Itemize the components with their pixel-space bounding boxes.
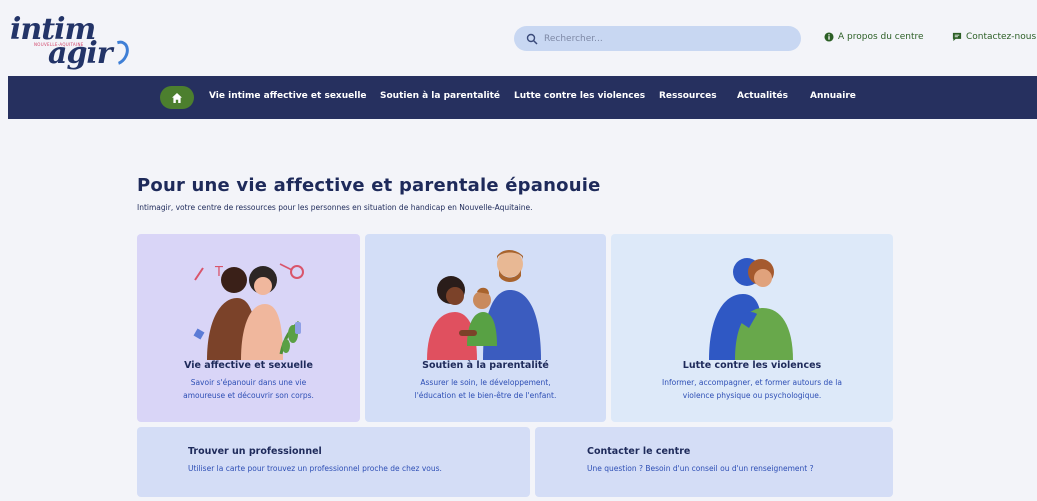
card-description-line1: Assurer le soin, le développement,	[420, 378, 551, 387]
card-description: Assurer le soin, le développement, l'édu…	[377, 376, 594, 402]
card-description-line2: l'éducation et le bien-être de l'enfant.	[414, 391, 557, 400]
about-link-label: A propos du centre	[838, 31, 924, 42]
card-description-line1: Informer, accompagner, et former autours…	[662, 378, 842, 387]
card-description: Utiliser la carte pour trouvez un profes…	[188, 464, 442, 473]
card-title: Vie affective et sexuelle	[184, 360, 313, 371]
nav-item-violences[interactable]: Lutte contre les violences	[514, 91, 645, 101]
search-icon	[526, 33, 538, 45]
search-bar[interactable]	[514, 26, 801, 51]
support-illustration	[709, 258, 793, 360]
header: intim NOUVELLE-AQUITAINE agir A propos d…	[0, 0, 1037, 76]
card-description: Une question ? Besoin d'un conseil ou d'…	[587, 464, 814, 473]
card-contacter-centre[interactable]: Contacter le centre Une question ? Besoi…	[535, 427, 893, 497]
info-circle-icon	[823, 31, 834, 42]
main-navigation: Vie intime affective et sexuelle Soutien…	[8, 76, 1037, 119]
contact-link-label: Contactez-nous	[966, 31, 1037, 42]
chat-bubble-icon	[951, 31, 962, 42]
nav-item-vie-intime[interactable]: Vie intime affective et sexuelle	[209, 91, 367, 101]
card-description-line2: amoureuse et découvrir son corps.	[183, 391, 314, 400]
family-illustration	[427, 250, 541, 360]
card-parentalite[interactable]: Soutien à la parentalité Assurer le soin…	[365, 234, 606, 422]
logo-text-line2: agir	[48, 36, 113, 71]
nav-item-actualites[interactable]: Actualités	[737, 91, 788, 101]
nav-item-ressources[interactable]: Ressources	[659, 91, 717, 101]
nav-item-parentalite[interactable]: Soutien à la parentalité	[380, 91, 500, 101]
about-link[interactable]: A propos du centre	[823, 31, 924, 42]
page-title: Pour une vie affective et parentale épan…	[137, 175, 601, 196]
card-description-line1: Savoir s'épanouir dans une vie	[190, 378, 307, 387]
home-icon	[172, 92, 182, 103]
card-title: Lutte contre les violences	[682, 360, 822, 371]
contact-link[interactable]: Contactez-nous	[951, 31, 1036, 42]
card-title: Trouver un professionnel	[188, 446, 322, 457]
search-input[interactable]	[544, 33, 784, 44]
nav-item-annuaire[interactable]: Annuaire	[810, 91, 856, 101]
couple-illustration: T	[193, 263, 304, 360]
card-violences[interactable]: Lutte contre les violences Informer, acc…	[611, 234, 893, 422]
card-vie-affective[interactable]: T Vie affective et sexuelle Savoir s'épa…	[137, 234, 360, 422]
home-button[interactable]	[160, 86, 194, 109]
card-trouver-professionnel[interactable]: Trouver un professionnel Utiliser la car…	[137, 427, 530, 497]
card-description: Savoir s'épanouir dans une vie amoureuse…	[149, 376, 348, 402]
intimagir-logo[interactable]: intim NOUVELLE-AQUITAINE agir	[8, 10, 134, 71]
card-title: Contacter le centre	[587, 446, 691, 457]
card-description: Informer, accompagner, et former autours…	[623, 376, 881, 402]
card-title: Soutien à la parentalité	[422, 360, 549, 371]
page-subtitle: Intimagir, votre centre de ressources po…	[137, 203, 533, 212]
card-description-line2: violence physique ou psychologique.	[682, 391, 822, 400]
